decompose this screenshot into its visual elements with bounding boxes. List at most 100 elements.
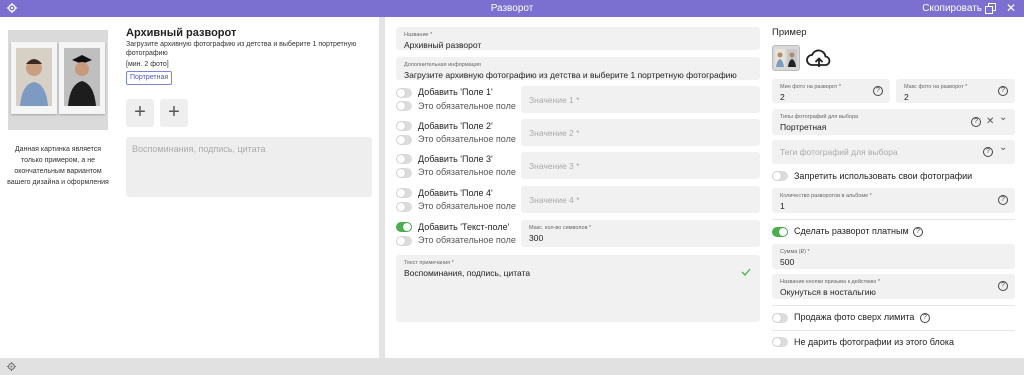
field-4-value-input[interactable]: Значение 4 * — [521, 186, 760, 213]
window-title: Разворот — [490, 3, 534, 14]
title-bar: Разворот Скопировать ✕ — [0, 0, 1024, 17]
upload-cloud-icon[interactable] — [805, 45, 833, 73]
example-title: Пример — [772, 27, 807, 38]
field-4-label: Добавить 'Поле 4' — [418, 188, 493, 198]
help-icon[interactable]: ? — [998, 281, 1008, 291]
field-4-placeholder: Значение 4 * — [529, 194, 580, 205]
field-4-required-toggle[interactable] — [396, 202, 412, 212]
field-1-placeholder: Значение 1 * — [529, 94, 580, 105]
divider — [772, 305, 1015, 306]
field-4-toggle[interactable] — [396, 188, 412, 198]
field-2-required-label: Это обязательное поле — [418, 134, 516, 144]
sum-value: 500 — [780, 257, 795, 267]
max-chars-value: 300 — [529, 233, 544, 243]
field-3-toggle[interactable] — [396, 154, 412, 164]
paid-spread-label: Сделать разворот платным — [794, 226, 909, 236]
no-gift-photos-label: Не дарить фотографии из этого блока — [794, 337, 955, 347]
example-thumbnail[interactable] — [772, 45, 800, 71]
chevron-down-icon[interactable]: ⌄ — [999, 113, 1007, 123]
textfield-required-toggle[interactable] — [396, 236, 412, 246]
sum-input[interactable]: Сумма (₽) * 500 — [772, 244, 1015, 269]
field-3-placeholder: Значение 3 * — [529, 160, 580, 171]
help-icon[interactable]: ? — [971, 117, 981, 127]
cta-value: Окунуться в ностальгию — [780, 287, 876, 297]
field-1-label: Добавить 'Поле 1' — [418, 87, 493, 97]
forbid-own-photos-toggle[interactable] — [772, 171, 788, 181]
info-field[interactable]: Дополнительная информация Загрузите архи… — [396, 57, 760, 80]
settings-icon[interactable] — [6, 361, 17, 372]
max-photos-label: Макс фото на разворот * — [904, 84, 968, 90]
help-icon[interactable]: ? — [913, 227, 923, 237]
field-1-toggle[interactable] — [396, 88, 412, 98]
paid-spread-toggle[interactable] — [772, 227, 788, 237]
field-2-value-input[interactable]: Значение 2 * — [521, 119, 760, 146]
spreads-count-label: Количество разворотов в альбоме * — [780, 193, 872, 199]
spread-description: Загрузите архивную фотографию из детства… — [126, 41, 357, 57]
example-image — [8, 30, 108, 130]
field-3-required-label: Это обязательное поле — [418, 167, 516, 177]
copy-label: Скопировать — [922, 3, 982, 14]
field-1-required-toggle[interactable] — [396, 101, 412, 111]
info-value: Загрузите архивную фотографию из детства… — [404, 70, 737, 80]
photo-types-select[interactable]: Типы фотографий для выбора Портретная ? … — [772, 109, 1015, 135]
field-2-required-toggle[interactable] — [396, 135, 412, 145]
divider — [772, 330, 1015, 331]
divider — [772, 219, 1015, 220]
add-photo-button-2[interactable]: + — [160, 99, 188, 127]
help-icon[interactable]: ? — [873, 86, 883, 96]
photo-tags-placeholder: Теги фотографий для выбора — [780, 147, 898, 157]
help-icon[interactable]: ? — [998, 195, 1008, 205]
textfield-toggle[interactable] — [396, 222, 412, 232]
copy-button[interactable]: Скопировать — [922, 3, 996, 14]
cta-button-name-input[interactable]: Название кнопки призыва к действию * Оку… — [772, 274, 1015, 299]
cta-label: Название кнопки призыва к действию * — [780, 279, 880, 285]
field-3-required-toggle[interactable] — [396, 168, 412, 178]
spread-title: Архивный разворот — [126, 27, 237, 39]
note-textarea[interactable]: Текст примечания * Воспоминания, подпись… — [396, 255, 760, 322]
help-icon[interactable]: ? — [920, 313, 930, 323]
note-label: Текст примечания * — [404, 260, 454, 266]
max-chars-label: Макс. кол-во символов * — [529, 225, 592, 231]
photo-type-chip: Портретная — [126, 71, 173, 85]
spreads-count-input[interactable]: Количество разворотов в альбоме * 1 ? — [772, 188, 1015, 213]
sell-over-limit-toggle[interactable] — [772, 313, 788, 323]
max-photos-input[interactable]: Макс фото на разворот * 2 ? — [896, 79, 1015, 103]
min-photos-input[interactable]: Мин фото на разворот * 2 ? — [772, 79, 890, 103]
memo-area[interactable]: Воспоминания, подпись, цитата — [126, 137, 372, 197]
name-value: Архивный разворот — [404, 40, 482, 50]
name-field[interactable]: Название * Архивный разворот — [396, 27, 760, 50]
copy-icon — [985, 3, 996, 14]
close-icon[interactable]: ✕ — [1006, 1, 1016, 15]
photo-types-value: Портретная — [780, 122, 827, 132]
field-4-required-label: Это обязательное поле — [418, 201, 516, 211]
textfield-label: Добавить 'Текст-поле' — [418, 222, 510, 232]
help-icon[interactable]: ? — [983, 147, 993, 157]
check-icon — [741, 268, 751, 276]
textfield-required-label: Это обязательное поле — [418, 235, 516, 245]
min-photos-value: 2 — [780, 92, 785, 102]
sell-over-limit-label: Продажа фото сверх лимита — [794, 312, 915, 322]
sum-label: Сумма (₽) * — [780, 249, 810, 255]
no-gift-photos-toggle[interactable] — [772, 337, 788, 347]
min-photos-label: Мин фото на разворот * — [780, 84, 842, 90]
name-label: Название * — [404, 32, 433, 38]
max-chars-input[interactable]: Макс. кол-во символов * 300 — [521, 220, 760, 247]
field-3-value-input[interactable]: Значение 3 * — [521, 152, 760, 179]
photo-tags-select[interactable]: Теги фотографий для выбора ? ⌄ — [772, 140, 1015, 164]
spreads-count-value: 1 — [780, 201, 785, 211]
note-value: Воспоминания, подпись, цитата — [404, 268, 531, 278]
chevron-down-icon[interactable]: ⌄ — [999, 143, 1007, 153]
photo-count: [мин. 2 фото] — [126, 61, 169, 68]
info-label: Дополнительная информация — [404, 62, 481, 68]
clear-icon[interactable]: ✕ — [986, 117, 994, 127]
help-icon[interactable]: ? — [998, 86, 1008, 96]
field-2-placeholder: Значение 2 * — [529, 127, 580, 138]
photo-types-label: Типы фотографий для выбора — [780, 114, 859, 120]
field-2-label: Добавить 'Поле 2' — [418, 121, 493, 131]
field-2-toggle[interactable] — [396, 121, 412, 131]
add-photo-button-1[interactable]: + — [126, 99, 154, 127]
field-3-label: Добавить 'Поле 3' — [418, 154, 493, 164]
example-caption: Данная картинка является только примером… — [7, 146, 109, 186]
max-photos-value: 2 — [904, 92, 909, 102]
field-1-value-input[interactable]: Значение 1 * — [521, 86, 760, 113]
